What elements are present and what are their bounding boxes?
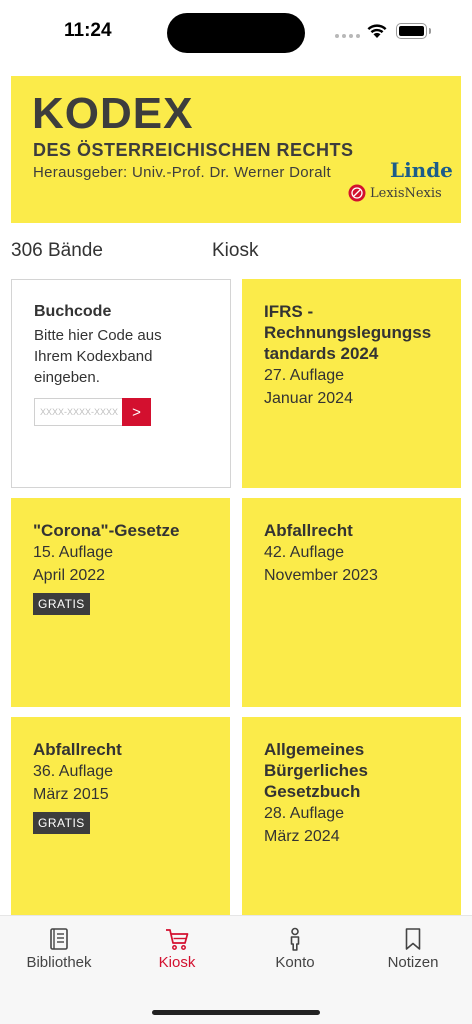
tile-title: Allgemeines Bürgerliches Gesetzbuch	[264, 740, 368, 801]
kiosk-tile-corona[interactable]: "Corona"-Gesetze 15. Auflage April 2022 …	[11, 498, 230, 707]
tile-date: November 2023	[264, 567, 378, 584]
tab-bibliothek[interactable]: Bibliothek	[0, 926, 118, 971]
tile-edition: 36. Auflage	[33, 763, 114, 780]
bookmark-icon	[405, 928, 421, 950]
book-icon	[50, 928, 68, 950]
person-icon	[290, 927, 300, 951]
kiosk-tile-abfallrecht-36[interactable]: Abfallrecht 36. Auflage März 2015 GRATIS	[11, 717, 230, 915]
lexisnexis-emblem-icon	[348, 184, 366, 202]
lexisnexis-label: LexisNexis	[370, 185, 442, 201]
gratis-badge: GRATIS	[33, 593, 90, 615]
banner-subtitle: DES ÖSTERREICHISCHEN RECHTS	[33, 140, 354, 160]
tile-date: April 2022	[33, 567, 106, 584]
tab-label: Kiosk	[158, 954, 196, 971]
cellular-signal-icon	[335, 34, 360, 38]
buchcode-title: Buchcode	[34, 303, 112, 320]
tab-label: Bibliothek	[26, 954, 92, 971]
tile-title: IFRS - Rechnungslegungss tandards 2024	[264, 302, 432, 363]
buchcode-instructions: Bitte hier Code aus Ihrem Kodexband eing…	[34, 327, 162, 386]
tile-edition: 28. Auflage	[264, 805, 345, 822]
tile-date: Januar 2024	[264, 390, 353, 407]
tile-title: Abfallrecht	[264, 521, 353, 540]
status-bar: 11:24	[0, 0, 472, 64]
banner-editor: Herausgeber: Univ.-Prof. Dr. Werner Dora…	[33, 164, 331, 181]
gratis-badge: GRATIS	[33, 812, 90, 834]
kiosk-tile-abgb[interactable]: Allgemeines Bürgerliches Gesetzbuch 28. …	[242, 717, 461, 915]
buchcode-input[interactable]	[34, 398, 123, 426]
kiosk-tile-abfallrecht-42[interactable]: Abfallrecht 42. Auflage November 2023	[242, 498, 461, 707]
battery-icon	[396, 23, 427, 39]
tile-date: März 2024	[264, 828, 340, 845]
lexisnexis-logo: LexisNexis	[348, 184, 442, 202]
tab-notizen[interactable]: Notizen	[354, 926, 472, 971]
tile-title: "Corona"-Gesetze	[33, 521, 180, 540]
kodex-banner: KODEX DES ÖSTERREICHISCHEN RECHTS Heraus…	[11, 76, 461, 223]
tile-edition: 15. Auflage	[33, 544, 114, 561]
volume-count: 306 Bände	[11, 240, 103, 261]
battery-tip	[429, 28, 431, 34]
tile-title: Abfallrecht	[33, 740, 122, 759]
tab-konto[interactable]: Konto	[236, 926, 354, 971]
wifi-icon	[367, 24, 387, 38]
tab-bar: Bibliothek Kiosk Konto Notizen	[0, 915, 472, 1024]
dynamic-island	[167, 13, 305, 53]
banner-title: KODEX	[32, 89, 194, 138]
buchcode-submit-button[interactable]: >	[122, 398, 151, 426]
tile-edition: 42. Auflage	[264, 544, 345, 561]
kiosk-tile-ifrs[interactable]: IFRS - Rechnungslegungss tandards 2024 2…	[242, 279, 461, 488]
tab-label: Konto	[275, 954, 315, 971]
tab-label: Notizen	[387, 954, 439, 971]
linde-logo: Linde	[390, 158, 453, 182]
tile-date: März 2015	[33, 786, 109, 803]
status-time: 11:24	[64, 20, 112, 41]
tab-kiosk[interactable]: Kiosk	[118, 926, 236, 971]
tile-edition: 27. Auflage	[264, 367, 345, 384]
home-indicator[interactable]	[152, 1010, 320, 1015]
kiosk-heading: Kiosk	[212, 240, 259, 261]
cart-icon	[166, 929, 189, 950]
buchcode-tile: Buchcode Bitte hier Code aus Ihrem Kodex…	[11, 279, 231, 488]
